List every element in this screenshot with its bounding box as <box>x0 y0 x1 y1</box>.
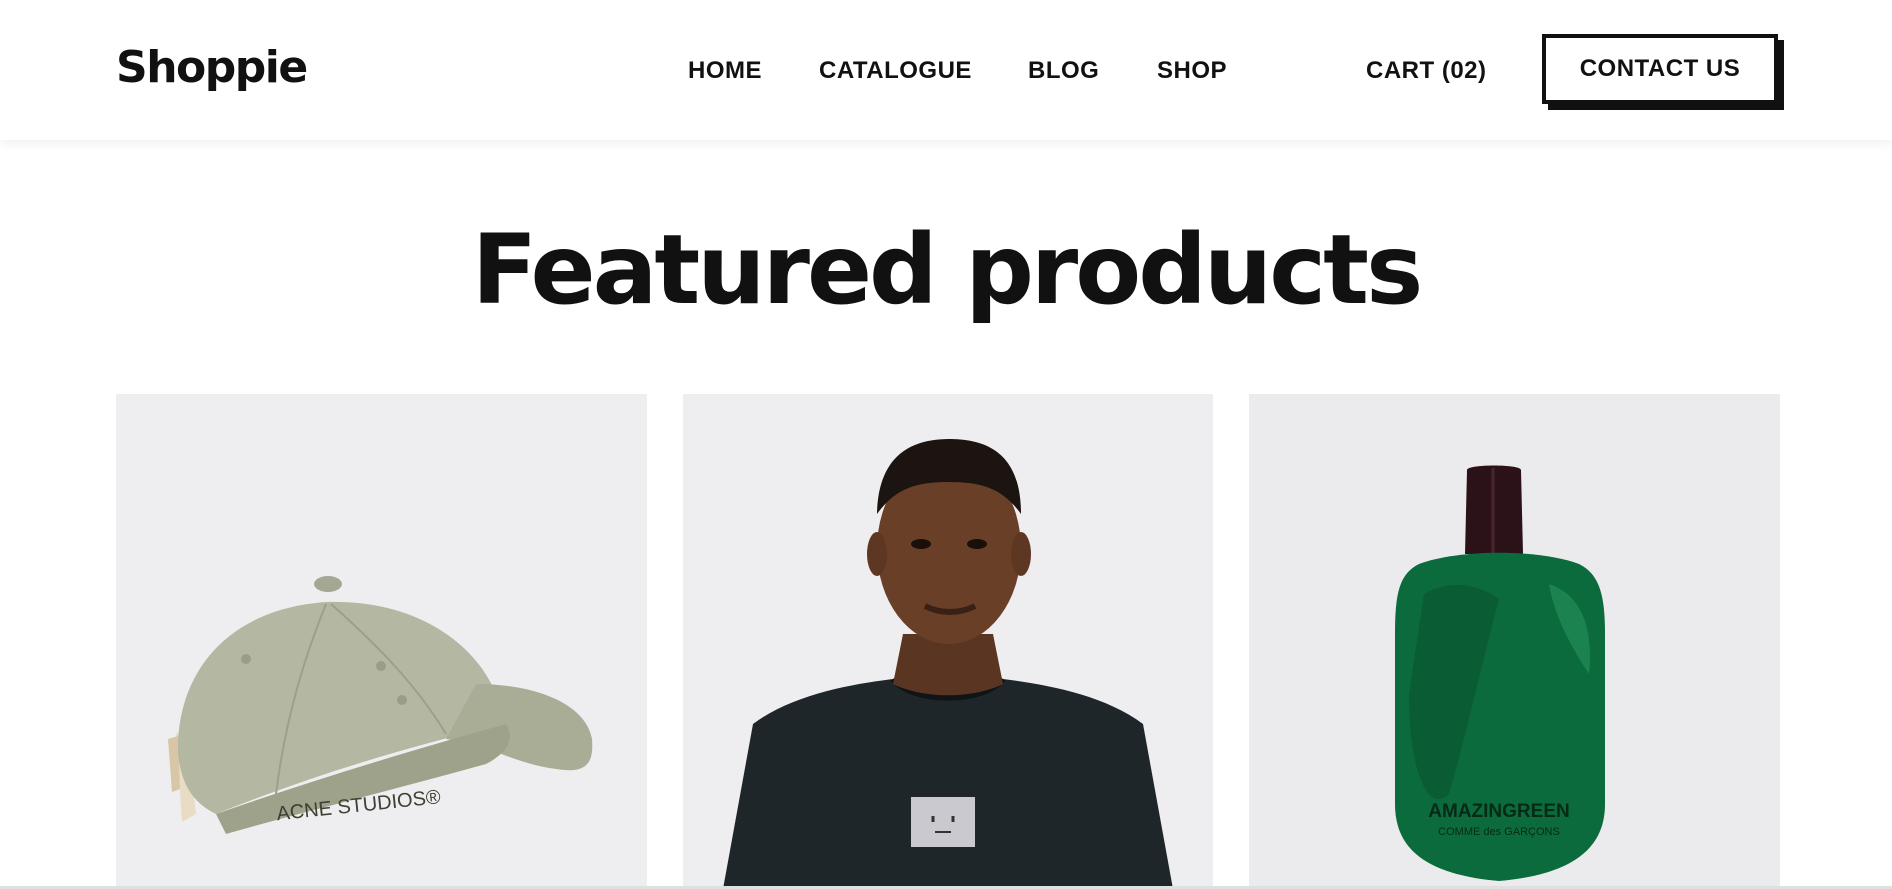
contact-us-button[interactable]: CONTACT US <box>1542 34 1778 104</box>
brand-logo[interactable]: Shoppie <box>116 40 308 96</box>
nav-home[interactable]: HOME <box>688 54 762 88</box>
model-black-tshirt-image <box>723 439 1173 889</box>
perfume-print-main: AMAZINGREEN <box>1428 801 1569 822</box>
perfume-print-sub: COMME des GARÇONS <box>1438 826 1560 838</box>
cart-link[interactable]: CART (02) <box>1366 54 1487 88</box>
product-card-tshirt[interactable] <box>683 394 1213 889</box>
product-card-cap[interactable]: ACNE STUDIOS® <box>116 394 647 889</box>
green-perfume-bottle-image: AMAZINGREEN COMME des GARÇONS <box>1395 465 1605 881</box>
nav-shop[interactable]: SHOP <box>1157 54 1227 88</box>
nav-catalogue[interactable]: CATALOGUE <box>819 54 972 88</box>
product-card-perfume[interactable]: AMAZINGREEN COMME des GARÇONS <box>1249 394 1780 889</box>
olive-cap-image: ACNE STUDIOS® <box>168 576 593 834</box>
contact-us-container: CONTACT US <box>1542 34 1784 110</box>
site-header: Shoppie HOME CATALOGUE BLOG SHOP CART (0… <box>0 0 1892 140</box>
featured-products-title: Featured products <box>471 214 1423 326</box>
nav-blog[interactable]: BLOG <box>1028 54 1099 88</box>
